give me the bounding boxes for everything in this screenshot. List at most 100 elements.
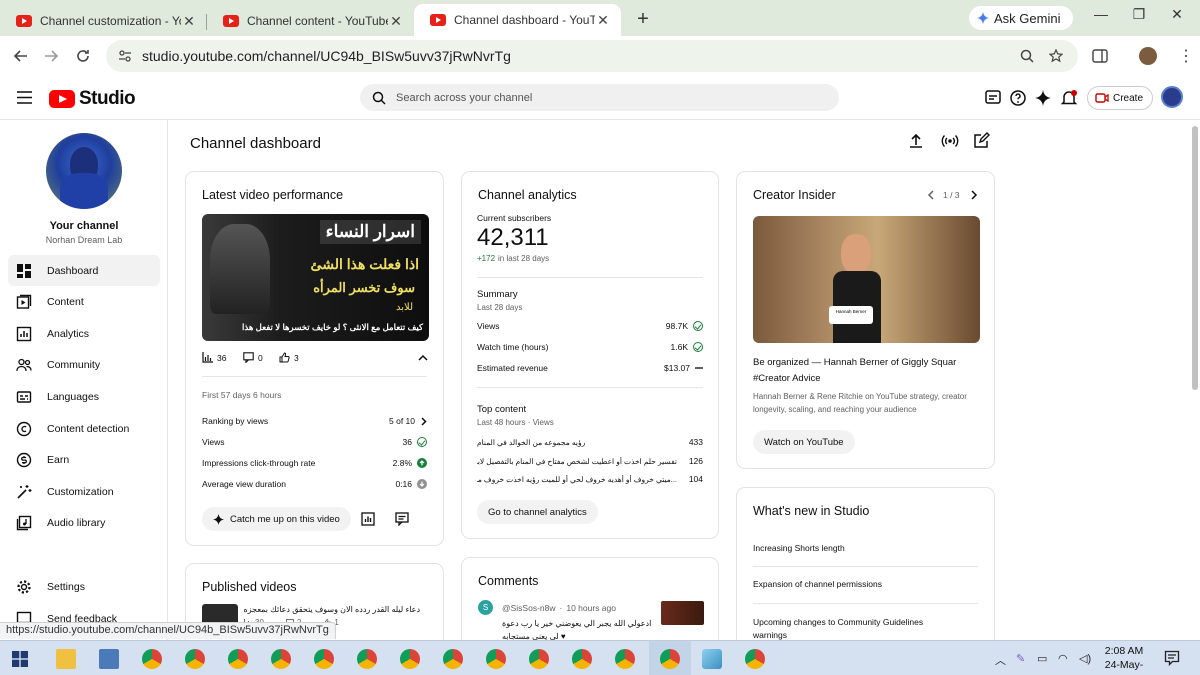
sidebar-item-dashboard[interactable]: Dashboard: [8, 255, 160, 286]
published-video-title[interactable]: دعاء ليله القدر ردده الان وسوف يتحقق دعا…: [244, 605, 420, 614]
reload-icon[interactable]: [70, 43, 96, 69]
browser-tab-customization[interactable]: Channel customization - YouTube Studio ✕: [0, 6, 207, 36]
video-comments-button[interactable]: [391, 508, 413, 530]
go-to-analytics-button[interactable]: Go to channel analytics: [477, 500, 598, 524]
whats-new-item[interactable]: Upcoming changes to Community Guidelines…: [753, 616, 953, 642]
catch-me-up-button[interactable]: Catch me up on this video: [202, 507, 351, 531]
create-post-icon[interactable]: [972, 132, 990, 150]
wifi-icon[interactable]: ◠: [1058, 652, 1068, 665]
go-live-icon[interactable]: [941, 132, 959, 150]
create-button[interactable]: Create: [1087, 86, 1153, 110]
summary-row-views: Views 98.7K: [477, 321, 703, 331]
maximize-button[interactable]: ❐: [1128, 6, 1150, 23]
calculator-icon[interactable]: [99, 649, 119, 669]
site-info-icon[interactable]: [118, 49, 132, 63]
ranking-row[interactable]: Ranking by views 5 of 10: [202, 416, 427, 426]
chrome-profile-icon[interactable]: [357, 649, 377, 669]
sidebar-item-community[interactable]: Community: [8, 349, 160, 380]
feedback-messages-icon[interactable]: [984, 89, 1002, 107]
comment-author[interactable]: @SisSos-n8w: [502, 603, 556, 613]
previous-chevron-icon[interactable]: [927, 190, 935, 200]
new-tab-button[interactable]: +: [629, 6, 657, 34]
sidebar-item-earn[interactable]: Earn: [8, 444, 160, 475]
url-text: studio.youtube.com/channel/UC94b_BISw5uv…: [142, 48, 511, 64]
insider-video-desc: Hannah Berner & Rene Ritchie on YouTube …: [753, 392, 967, 414]
hamburger-menu-icon[interactable]: [17, 91, 32, 104]
notifications-bell-icon[interactable]: [1060, 89, 1078, 107]
top-content-row[interactable]: رؤيه مجموعه من الخوالد في المنام 433: [477, 437, 703, 447]
chrome-profile-icon[interactable]: [486, 649, 506, 669]
chrome-profile-icon[interactable]: [228, 649, 248, 669]
chrome-active-icon[interactable]: [660, 649, 680, 669]
close-tab-icon[interactable]: ✕: [388, 13, 404, 29]
create-video-icon: [1095, 93, 1109, 103]
notification-center-icon[interactable]: [1164, 650, 1180, 666]
file-explorer-icon[interactable]: [56, 649, 76, 669]
upload-icon[interactable]: [907, 132, 925, 150]
ask-gemini-button[interactable]: Ask Gemini: [969, 6, 1073, 30]
comment-video-thumbnail[interactable]: [661, 601, 704, 625]
battery-icon[interactable]: ▭: [1037, 652, 1047, 665]
chrome-profile-icon[interactable]: [529, 649, 549, 669]
next-chevron-icon[interactable]: [970, 190, 978, 200]
chrome-profile-icon[interactable]: [443, 649, 463, 669]
chrome-profile-icon[interactable]: [271, 649, 291, 669]
browser-tab-content[interactable]: Channel content - YouTube Studio ✕: [207, 6, 414, 36]
sidebar-item-settings[interactable]: Settings: [8, 571, 160, 602]
chrome-profile-icon[interactable]: [745, 649, 765, 669]
whats-new-item[interactable]: Increasing Shorts length: [753, 543, 845, 553]
close-window-button[interactable]: ✕: [1166, 6, 1188, 23]
insider-video-thumbnail[interactable]: Hannah Berner: [753, 216, 980, 343]
browser-menu-icon[interactable]: ⋮: [1178, 46, 1194, 66]
chrome-profile-icon[interactable]: [572, 649, 592, 669]
chrome-profile-icon[interactable]: [185, 649, 205, 669]
omnibox[interactable]: studio.youtube.com/channel/UC94b_BISw5uv…: [106, 40, 1078, 72]
thumbnail-name-badge: Hannah Berner: [829, 306, 873, 324]
chrome-icon[interactable]: [142, 649, 162, 669]
notepad-icon[interactable]: [702, 649, 722, 669]
chrome-profile-icon[interactable]: [400, 649, 420, 669]
forward-icon[interactable]: [38, 43, 64, 69]
browser-profile-avatar[interactable]: [1139, 47, 1157, 65]
zoom-icon[interactable]: [1020, 49, 1034, 63]
show-hidden-icons-chevron-icon[interactable]: ︿: [995, 652, 1006, 668]
chrome-profile-icon[interactable]: [615, 649, 635, 669]
help-icon[interactable]: [1009, 89, 1027, 107]
side-panel-icon[interactable]: [1092, 49, 1108, 63]
studio-logo[interactable]: Studio: [49, 88, 136, 110]
clock[interactable]: 2:08 AM 24-May-26: [1099, 644, 1149, 675]
sidebar-item-label: Community: [47, 358, 101, 371]
close-tab-icon[interactable]: ✕: [595, 12, 611, 28]
sidebar-item-languages[interactable]: Languages: [8, 381, 160, 412]
top-content-row[interactable]: ...ميتي خروف أو أهديه خروف لحي أو للميت …: [477, 474, 703, 484]
browser-tab-dashboard[interactable]: Channel dashboard - YouTube Studio ✕: [414, 4, 621, 36]
top-content-period: Last 48 hours · Views: [477, 418, 554, 427]
windows-start-icon[interactable]: [12, 651, 28, 667]
close-tab-icon[interactable]: ✕: [181, 13, 197, 29]
ai-sparkle-icon[interactable]: [1034, 89, 1052, 107]
sidebar-item-customization[interactable]: Customization: [8, 476, 160, 507]
chrome-profile-icon[interactable]: [314, 649, 334, 669]
commenter-avatar[interactable]: S: [478, 600, 493, 615]
card-title: Comments: [478, 574, 539, 588]
page-scrollbar[interactable]: [1192, 126, 1198, 390]
sidebar-item-analytics[interactable]: Analytics: [8, 318, 160, 349]
top-content-row[interactable]: تفسير حلم اخذت أو اعطيت لشخص مفتاح في ال…: [477, 456, 703, 466]
bookmark-star-icon[interactable]: [1049, 49, 1063, 63]
whats-new-item[interactable]: Expansion of channel permissions: [753, 579, 882, 589]
sidebar-item-audio-library[interactable]: Audio library: [8, 507, 160, 538]
latest-video-thumbnail[interactable]: اسرار النساء اذا فعلت هذا الشئ سوف تخسر …: [202, 214, 429, 341]
sidebar-item-content-detection[interactable]: Content detection: [8, 413, 160, 444]
video-analytics-button[interactable]: [357, 508, 379, 530]
minimize-button[interactable]: —: [1090, 6, 1112, 22]
pen-icon[interactable]: ✎: [1016, 652, 1025, 665]
watch-on-youtube-button[interactable]: Watch on YouTube: [753, 430, 855, 454]
channel-search-input[interactable]: Search across your channel: [360, 84, 839, 111]
account-avatar[interactable]: [1161, 86, 1183, 108]
back-icon[interactable]: [8, 43, 34, 69]
volume-icon[interactable]: ◁): [1079, 652, 1091, 665]
channel-avatar[interactable]: [46, 133, 122, 209]
collapse-chevron-up-icon[interactable]: [418, 354, 428, 361]
sidebar-item-content[interactable]: Content: [8, 286, 160, 317]
insider-video-title[interactable]: Be organized — Hannah Berner of Giggly S…: [753, 355, 980, 387]
